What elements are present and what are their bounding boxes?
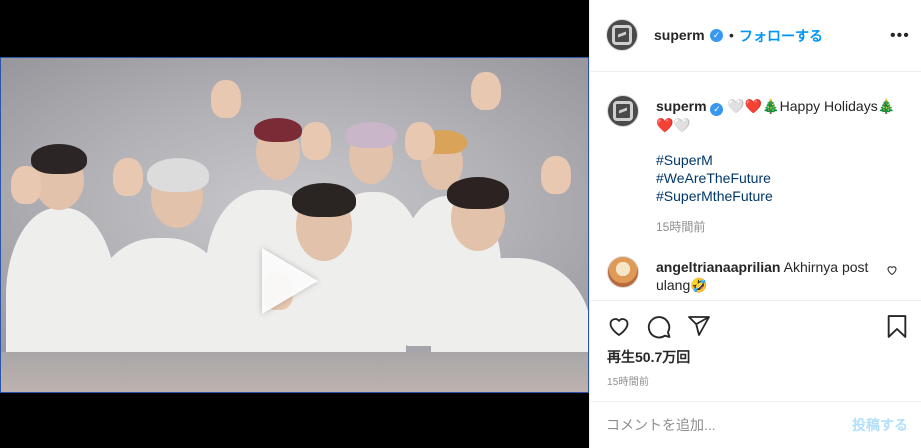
post-sidebar: superm ✓ • フォローする ••• superm ✓ 🤍❤️🎄Happy…: [589, 0, 921, 448]
hashtag-list: #SuperM #WeAreTheFuture #SuperMtheFuture: [656, 151, 773, 205]
post-actions: 再生50.7万回 15時間前: [590, 302, 921, 402]
more-options-icon[interactable]: •••: [890, 27, 910, 45]
bookmark-icon[interactable]: [886, 314, 908, 339]
superm-logo-icon: [612, 25, 632, 45]
post-timestamp[interactable]: 15時間前: [607, 373, 649, 388]
comment-username[interactable]: angeltrianaaprilian: [656, 259, 780, 275]
verified-badge-icon: ✓: [710, 103, 724, 116]
header-username[interactable]: superm: [654, 27, 705, 43]
comment-input[interactable]: [606, 413, 846, 437]
paper-plane-icon[interactable]: [686, 314, 712, 338]
caption-text: Happy Holidays: [779, 98, 878, 114]
speech-bubble-icon[interactable]: [646, 314, 672, 339]
caption-timestamp[interactable]: 15時間前: [656, 218, 705, 235]
play-icon[interactable]: [262, 248, 318, 314]
hashtag-link[interactable]: #WeAreTheFuture: [656, 169, 773, 187]
post-comment-button[interactable]: 投稿する: [852, 415, 908, 435]
video-player[interactable]: [0, 57, 589, 393]
avatar[interactable]: [606, 19, 638, 51]
comment: angeltrianaaprilian Akhirnya post ulang🤣: [656, 258, 881, 294]
floor: [1, 352, 588, 392]
hashtag-link[interactable]: #SuperM: [656, 151, 773, 169]
add-comment-bar: 投稿する: [590, 403, 921, 448]
caption-emojis-prefix: 🤍❤️🎄: [727, 98, 780, 114]
post-media: [0, 0, 589, 448]
commenter-avatar[interactable]: [607, 256, 639, 288]
superm-logo-icon: [613, 101, 633, 121]
caption-avatar[interactable]: [607, 95, 639, 127]
comments-section: superm ✓ 🤍❤️🎄Happy Holidays🎄❤️🤍 #SuperM …: [590, 73, 921, 301]
comment-like-heart-icon[interactable]: [886, 264, 898, 276]
caption: superm ✓ 🤍❤️🎄Happy Holidays🎄❤️🤍: [656, 97, 906, 134]
hashtag-link[interactable]: #SuperMtheFuture: [656, 187, 773, 205]
post-header: superm ✓ • フォローする •••: [590, 0, 921, 72]
heart-icon[interactable]: [606, 314, 632, 338]
caption-username[interactable]: superm: [656, 98, 707, 114]
view-count[interactable]: 再生50.7万回: [607, 347, 690, 367]
follow-button[interactable]: フォローする: [739, 26, 823, 46]
verified-badge-icon: ✓: [710, 29, 723, 42]
separator-dot: •: [729, 27, 734, 43]
